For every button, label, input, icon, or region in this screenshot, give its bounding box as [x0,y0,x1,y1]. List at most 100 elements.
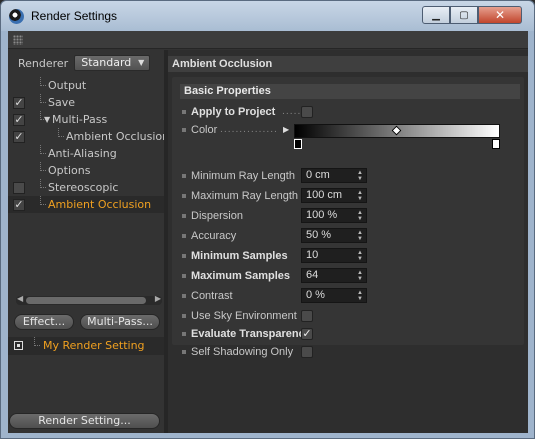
color-gradient-bar[interactable] [294,124,500,138]
tree-item[interactable]: Output [8,77,164,94]
grip-handle-icon[interactable] [13,35,23,45]
render-settings-window: Render Settings ▁ ▢ ✕ Renderer Standard … [0,0,535,439]
tree-connector [40,179,46,188]
property-dot-icon [182,274,186,278]
scrollbar-thumb[interactable] [26,297,146,304]
checkbox-row: Evaluate Transparency ✓ [182,326,522,342]
scroll-left-icon[interactable]: ◀ [17,294,23,303]
tree-item[interactable]: Anti-Aliasing [8,145,164,162]
numeric-input[interactable]: 0 cm ▲ ▼ [301,168,367,183]
tree-item-checkbox[interactable]: ✓ [13,97,25,109]
render-setting-item[interactable]: My Render Setting [8,337,164,355]
render-setting-name: My Render Setting [43,339,145,352]
tree-item-checkbox[interactable]: ✓ [13,114,25,126]
property-dot-icon [182,110,186,114]
field-label: Minimum Ray Length [191,170,295,182]
effect-button[interactable]: Effect... [14,314,74,330]
checkbox-row: Use Sky Environment [182,308,522,324]
spinner-arrows-icon[interactable]: ▲ ▼ [357,230,363,242]
window-title: Render Settings [31,9,118,23]
close-button[interactable]: ✕ [478,6,522,24]
tree-item[interactable]: ✓ Ambient Occlusion [8,128,169,145]
field-value: 0 cm [306,169,330,181]
field-value: 50 % [306,229,332,241]
panel-title: Ambient Occlusion [168,56,528,72]
multi-pass-button[interactable]: Multi-Pass... [80,314,160,330]
field-label: Maximum Ray Length [191,190,298,202]
field-value: 100 % [306,209,338,221]
property-dot-icon [182,350,186,354]
numeric-field-row: Contrast 0 % ▲ ▼ [182,288,522,304]
tree-item-label: Stereoscopic [48,181,119,194]
leader-dots: ..... [282,107,302,117]
numeric-input[interactable]: 64 ▲ ▼ [301,268,367,283]
option-checkbox[interactable] [301,310,313,322]
tree-horizontal-scrollbar[interactable]: ◀ ▶ [16,294,162,305]
renderer-value: Standard [81,56,132,69]
tree-item-checkbox[interactable]: ✓ [13,131,25,143]
apply-to-project-checkbox[interactable] [301,106,313,118]
tree-item-label: Ambient Occlusion [66,130,170,143]
option-checkbox[interactable] [301,346,313,358]
spinner-arrows-icon[interactable]: ▲ ▼ [357,210,363,222]
numeric-input[interactable]: 50 % ▲ ▼ [301,228,367,243]
title-bar[interactable]: Render Settings ▁ ▢ ✕ [1,1,534,31]
tree-item-checkbox[interactable] [13,182,25,194]
tree-connector [40,162,46,171]
render-setting-button[interactable]: Render Setting... [9,413,160,429]
numeric-input[interactable]: 10 ▲ ▼ [301,248,367,263]
numeric-field-row: Minimum Samples 10 ▲ ▼ [182,248,522,264]
properties-panel: Ambient Occlusion Basic Properties Apply… [168,50,528,433]
gradient-stop-black[interactable] [294,139,302,149]
spinner-arrows-icon[interactable]: ▲ ▼ [357,290,363,302]
tree-connector [40,77,46,86]
group-header[interactable]: Basic Properties [180,84,520,99]
numeric-field-row: Accuracy 50 % ▲ ▼ [182,228,522,244]
spinner-arrows-icon[interactable]: ▲ ▼ [357,270,363,282]
tree-item-checkbox[interactable]: ✓ [13,199,25,211]
tree-item[interactable]: ✓ Ambient Occlusion [8,196,164,213]
numeric-field-row: Maximum Ray Length 100 cm ▲ ▼ [182,188,522,204]
settings-sidebar: Renderer Standard ▼ Output ✓ Save ✓ ▼ Multi-P… [8,50,169,433]
cinema4d-app-icon [9,9,24,24]
minimize-button[interactable]: ▁ [422,6,450,24]
apply-to-project-label: Apply to Project [191,106,276,118]
field-value: 10 [306,249,319,261]
numeric-input[interactable]: 100 cm ▲ ▼ [301,188,367,203]
tree-item-label: Multi-Pass [52,113,108,126]
tree-item-label: Ambient Occlusion [48,198,152,211]
property-dot-icon [182,332,186,336]
checkbox-row: Self Shadowing Only [182,344,522,360]
gradient-midpoint-knot[interactable] [391,125,402,136]
tree-item[interactable]: Options [8,162,164,179]
color-label: Color [191,124,218,136]
gradient-stop-white[interactable] [492,139,500,149]
tree-item[interactable]: Stereoscopic [8,179,164,196]
gradient-expand-icon[interactable]: ▶ [283,125,289,134]
dropdown-arrow-icon: ▼ [138,58,145,67]
field-label: Contrast [191,290,233,302]
tree-connector [34,337,40,346]
renderer-row: Renderer Standard ▼ [18,55,151,71]
renderer-dropdown[interactable]: Standard ▼ [74,55,151,71]
numeric-field-row: Dispersion 100 % ▲ ▼ [182,208,522,224]
option-checkbox[interactable]: ✓ [301,328,313,340]
maximize-button[interactable]: ▢ [450,6,478,24]
field-label: Maximum Samples [191,270,291,282]
properties-box: Basic Properties Apply to Project ..... … [172,77,524,358]
tree-item-label: Anti-Aliasing [48,147,117,160]
numeric-input[interactable]: 100 % ▲ ▼ [301,208,367,223]
spinner-arrows-icon[interactable]: ▲ ▼ [357,190,363,202]
tree-item[interactable]: ✓ Save [8,94,164,111]
spinner-arrows-icon[interactable]: ▲ ▼ [357,170,363,182]
tree-item-label: Output [48,79,87,92]
numeric-input[interactable]: 0 % ▲ ▼ [301,288,367,303]
expand-arrow-icon[interactable]: ▼ [44,111,50,128]
settings-tree: Output ✓ Save ✓ ▼ Multi-Pass ✓ Ambient Occlusio… [8,77,169,213]
tree-item[interactable]: ✓ ▼ Multi-Pass [8,111,164,128]
numeric-field-row: Minimum Ray Length 0 cm ▲ ▼ [182,168,522,184]
property-dot-icon [182,128,186,132]
numeric-field-row: Maximum Samples 64 ▲ ▼ [182,268,522,284]
spinner-arrows-icon[interactable]: ▲ ▼ [357,250,363,262]
scroll-right-icon[interactable]: ▶ [155,294,161,303]
